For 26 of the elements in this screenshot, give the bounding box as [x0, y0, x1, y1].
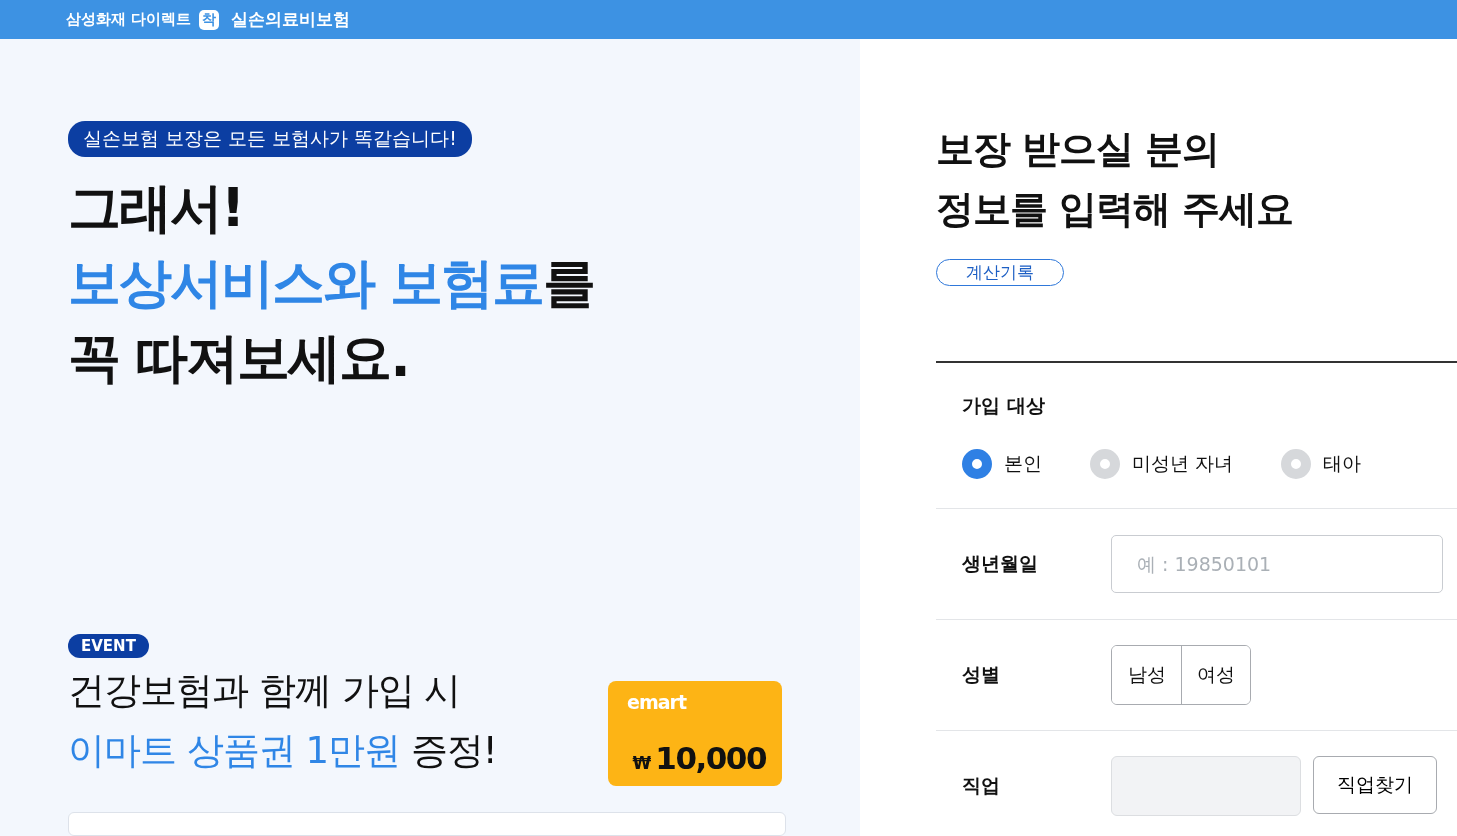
field-label: 직업	[962, 773, 1001, 798]
product-name: 실손의료비보험	[231, 8, 351, 31]
radio-option[interactable]: 본인	[962, 448, 1042, 479]
promo-pill: 실손보험 보장은 모든 보험사가 똑같습니다!	[68, 121, 472, 157]
date-field[interactable]: 예 : 19850101	[1111, 535, 1443, 593]
job-field[interactable]	[1111, 756, 1301, 816]
field-label: 성별	[962, 662, 1001, 687]
gift-card-amount: 10,000	[655, 740, 766, 776]
headline-line: 꼭 따져보세요.	[68, 326, 410, 390]
headline-line: 보상서비스와 보험료를	[68, 251, 596, 315]
job-search-button[interactable]: 직업찾기	[1313, 756, 1437, 814]
field-label: 생년월일	[962, 551, 1039, 576]
gender-option[interactable]: 여성	[1181, 646, 1250, 704]
event-text: 건강보험과 함께 가입 시	[68, 668, 461, 714]
currency-sign: ₩	[632, 753, 652, 773]
form-title: 정보를 입력해 주세요	[936, 186, 1295, 233]
radio-option[interactable]: 미성년 자녀	[1090, 448, 1234, 479]
radio-option[interactable]: 태아	[1281, 448, 1362, 479]
field-label: 가입 대상	[962, 392, 1046, 418]
headline-line: 그래서!	[68, 176, 245, 240]
brand-badge: 착	[199, 9, 220, 30]
form-title: 보장 받으실 분의	[936, 126, 1221, 173]
event-text: 이마트 상품권 1만원 증정!	[68, 728, 497, 774]
event-tag: EVENT	[68, 634, 149, 658]
gift-card-logo: emart	[627, 691, 686, 713]
history-button[interactable]: 계산기록	[936, 259, 1064, 286]
